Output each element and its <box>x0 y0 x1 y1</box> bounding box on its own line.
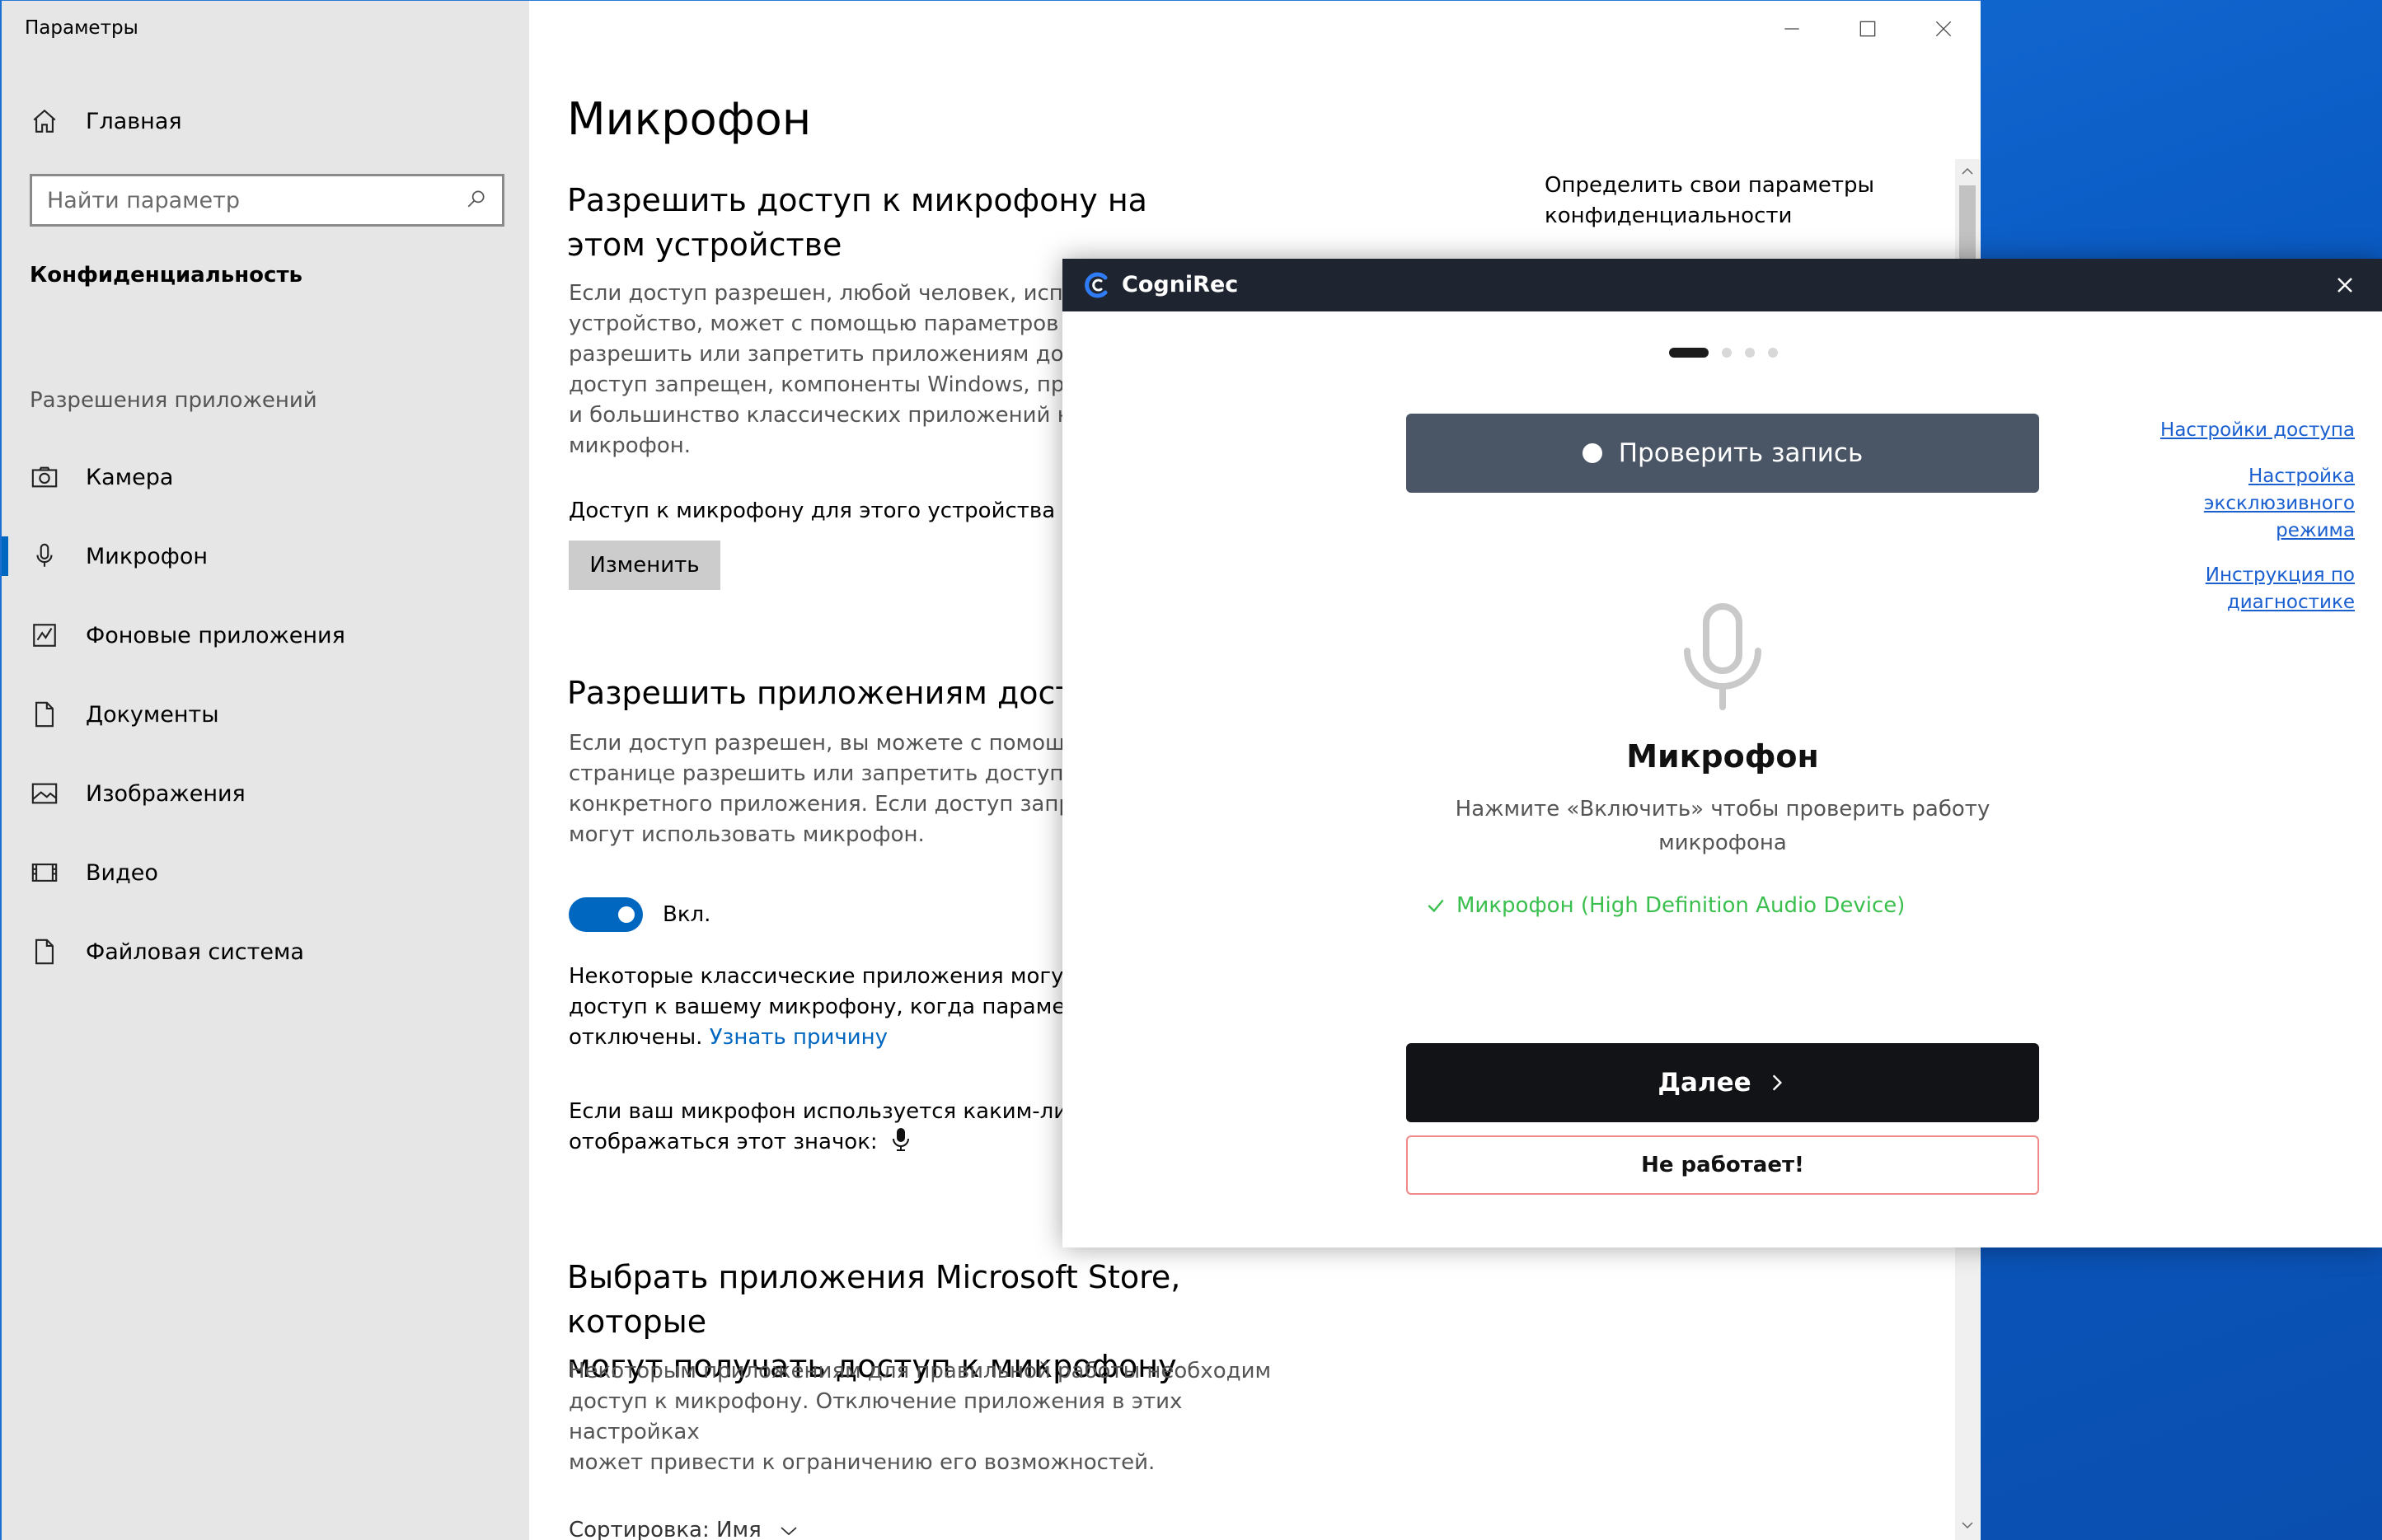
sidebar-item-background-apps[interactable]: Фоновые приложения <box>28 619 345 652</box>
home-icon <box>28 105 61 138</box>
chevron-down-icon <box>1962 1522 1973 1529</box>
check-recording-button[interactable]: Проверить запись <box>1406 414 2039 493</box>
check-recording-label: Проверить запись <box>1618 438 1864 468</box>
sidebar-item-label: Камера <box>86 464 174 490</box>
text-line: доступ к микрофону. Отключение приложени… <box>569 1389 1183 1444</box>
settings-sidebar: Параметры Главная Конфиденциальность Раз… <box>2 1 529 1540</box>
change-button[interactable]: Изменить <box>569 541 720 590</box>
text-line: конфиденциальности <box>1545 204 1793 228</box>
sidebar-item-file-system[interactable]: Файловая система <box>28 935 304 968</box>
microphone-icon <box>28 540 61 573</box>
link-line: эксклюзивного <box>2203 493 2355 514</box>
record-dot-icon <box>1582 443 1602 463</box>
scroll-down-button[interactable] <box>1955 1513 1980 1538</box>
text-line: микрофона <box>1658 831 1787 855</box>
toggle-label: Вкл. <box>663 902 711 927</box>
store-apps-description: Некоторым приложениям для правильной раб… <box>569 1356 1311 1478</box>
popup-close-icon[interactable] <box>2332 272 2358 298</box>
microphone-heading: Микрофон <box>1626 738 1819 775</box>
image-icon <box>28 777 61 810</box>
step-dot <box>1768 348 1778 358</box>
window-title: Параметры <box>25 17 138 39</box>
popup-title-bar: CogniRec <box>1062 259 2382 311</box>
search-box[interactable] <box>30 174 504 227</box>
group-app-permissions: Разрешения приложений <box>30 388 317 413</box>
link-line: Настройка <box>2248 466 2355 487</box>
background-apps-icon <box>28 619 61 652</box>
device-status-label: Микрофон (High Definition Audio Device) <box>1456 893 1906 918</box>
step-indicator <box>1669 348 1791 358</box>
camera-icon <box>28 461 61 494</box>
microphone-icon <box>892 1128 909 1151</box>
next-button[interactable]: Далее <box>1406 1043 2039 1122</box>
text-line: Выбрать приложения Microsoft Store, кото… <box>567 1259 1181 1340</box>
chevron-down-icon <box>781 1527 797 1536</box>
sidebar-item-label: Файловая система <box>86 939 304 965</box>
privacy-options-panel: Определить свои параметры конфиденциальн… <box>1545 171 1891 232</box>
text-line: может привести к ограничению его возможн… <box>569 1450 1156 1475</box>
text-line: Определить свои параметры <box>1545 173 1875 198</box>
heading-device-access: Разрешить доступ к микрофону на этом уст… <box>567 182 1147 263</box>
sidebar-item-camera[interactable]: Камера <box>28 461 173 494</box>
link-line: режима <box>2276 520 2355 541</box>
cognirec-window: CogniRec Проверить запись Настройки дост… <box>1062 259 2382 1247</box>
app-access-toggle[interactable] <box>569 897 643 932</box>
microphone-instructions: Нажмите «Включить» чтобы проверить работ… <box>1406 793 2039 860</box>
step-dot <box>1745 348 1755 358</box>
step-dot <box>1722 348 1732 358</box>
selected-indicator <box>2 536 8 576</box>
cognirec-logo-icon <box>1085 272 1108 298</box>
scroll-up-button[interactable] <box>1955 159 1980 184</box>
text-line: Нажмите «Включить» чтобы проверить работ… <box>1455 797 1990 821</box>
sidebar-item-microphone[interactable]: Микрофон <box>28 540 208 573</box>
step-dot-active <box>1669 348 1709 358</box>
diagnostics-guide-link[interactable]: Инструкция по диагностике <box>2206 562 2355 616</box>
video-icon <box>28 856 61 889</box>
section-privacy[interactable]: Конфиденциальность <box>30 263 302 288</box>
text-fragment: отключены. <box>569 1025 703 1050</box>
link-line: Инструкция по <box>2205 564 2355 586</box>
sidebar-item-label: Фоновые приложения <box>86 622 345 648</box>
search-icon[interactable] <box>466 188 487 213</box>
popup-title: CogniRec <box>1122 272 1239 297</box>
device-status: Микрофон (High Definition Audio Device) <box>1425 893 1905 918</box>
not-working-button[interactable]: Не работает! <box>1406 1135 2039 1195</box>
sidebar-item-label: Видео <box>86 859 158 886</box>
sort-label: Сортировка: Имя <box>569 1518 762 1540</box>
learn-why-link[interactable]: Узнать причину <box>710 1025 888 1050</box>
text-line: Некоторым приложениям для правильной раб… <box>569 1359 1272 1383</box>
toggle-knob <box>618 906 635 923</box>
exclusive-mode-link[interactable]: Настройка эксклюзивного режима <box>2204 463 2355 545</box>
sidebar-item-documents[interactable]: Документы <box>28 698 219 731</box>
sidebar-item-images[interactable]: Изображения <box>28 777 246 810</box>
link-line: Настройки доступа <box>2160 419 2355 441</box>
microphone-large-icon <box>1684 603 1761 710</box>
nav-home-label: Главная <box>86 108 182 134</box>
sidebar-item-label: Документы <box>86 701 219 728</box>
sidebar-item-label: Микрофон <box>86 543 209 569</box>
sort-dropdown[interactable]: Сортировка: Имя <box>569 1515 1311 1540</box>
page-title: Микрофон <box>567 93 812 145</box>
chevron-right-icon <box>1772 1074 1782 1091</box>
search-input[interactable] <box>47 187 466 213</box>
access-settings-link[interactable]: Настройки доступа <box>2160 417 2355 444</box>
next-button-label: Далее <box>1658 1068 1751 1098</box>
file-icon <box>28 935 61 968</box>
sidebar-item-label: Изображения <box>86 780 246 807</box>
document-icon <box>28 698 61 731</box>
sidebar-item-video[interactable]: Видео <box>28 856 158 889</box>
text-fragment: отображаться этот значок: <box>569 1130 878 1154</box>
chevron-up-icon <box>1962 167 1973 175</box>
checkmark-icon <box>1428 899 1444 913</box>
link-line: диагностике <box>2226 592 2355 613</box>
nav-home[interactable]: Главная <box>28 105 182 138</box>
